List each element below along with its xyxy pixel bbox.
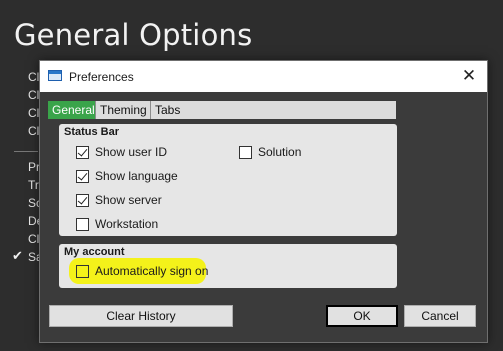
show-language-checkbox[interactable] [76, 170, 89, 183]
option-link[interactable]: Cl [28, 124, 39, 138]
option-link[interactable]: Cl [28, 232, 39, 246]
preferences-dialog: Preferences ✕ General Theming Tabs Statu… [39, 60, 488, 343]
tab-theming[interactable]: Theming [96, 101, 151, 119]
dialog-titlebar[interactable]: Preferences ✕ [40, 61, 487, 92]
workstation-label: Workstation [95, 217, 159, 231]
workstation-checkbox[interactable] [76, 218, 89, 231]
option-link[interactable]: Cl [28, 106, 39, 120]
auto-sign-on-checkbox[interactable] [76, 265, 89, 278]
dialog-title: Preferences [69, 70, 134, 84]
clear-history-button[interactable]: Clear History [49, 305, 233, 327]
auto-sign-on-label: Automatically sign on [95, 264, 209, 278]
page-title: General Options [14, 18, 253, 52]
show-server-checkbox[interactable] [76, 194, 89, 207]
checkmark-icon: ✔ [12, 248, 23, 263]
show-server-label: Show server [95, 193, 162, 207]
status-bar-heading: Status Bar [64, 126, 120, 138]
show-user-id-checkbox[interactable] [76, 146, 89, 159]
option-link[interactable]: Cl [28, 70, 39, 84]
cancel-button[interactable]: Cancel [404, 305, 476, 327]
tab-bar: General Theming Tabs [48, 101, 396, 119]
close-button[interactable]: ✕ [451, 61, 487, 92]
show-language-label: Show language [95, 169, 178, 183]
window-icon [48, 70, 62, 81]
tab-tabs[interactable]: Tabs [151, 101, 191, 119]
my-account-heading: My account [64, 246, 125, 258]
tab-general[interactable]: General [48, 101, 96, 119]
ok-button[interactable]: OK [326, 305, 398, 327]
divider [14, 151, 38, 152]
status-bar-group: Status Bar Show user ID Show language Sh… [59, 124, 397, 236]
option-link[interactable]: Tr [28, 178, 39, 192]
show-user-id-label: Show user ID [95, 145, 168, 159]
solution-checkbox[interactable] [239, 146, 252, 159]
option-link[interactable]: Cl [28, 88, 39, 102]
solution-label: Solution [258, 145, 302, 159]
